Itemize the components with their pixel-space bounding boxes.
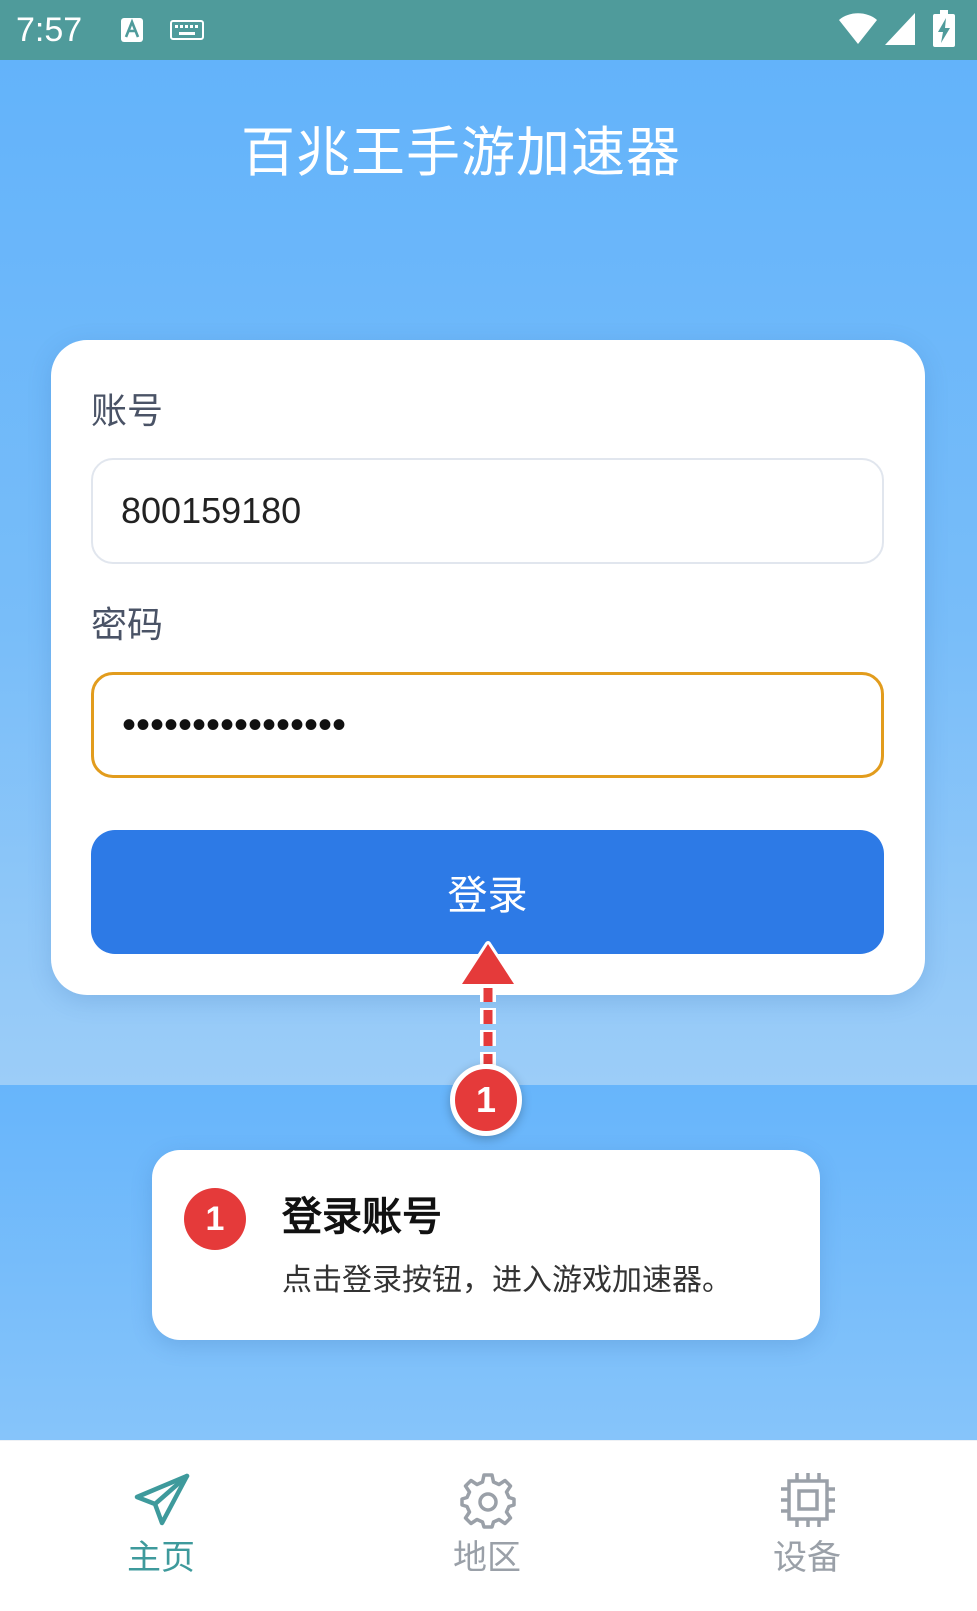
paper-plane-icon — [134, 1473, 190, 1526]
nav-item-home[interactable]: 主页 — [61, 1441, 261, 1611]
keyboard-icon — [170, 20, 204, 40]
nav-item-device[interactable]: 设备 — [707, 1441, 907, 1611]
app-title: 百兆王手游加速器 — [241, 121, 681, 184]
login-card: 账号 800159180 密码 •••••••••••••••• 登录 — [51, 340, 925, 995]
annotation-step-number: 1 — [475, 1079, 497, 1120]
status-time: 7:57 — [16, 11, 83, 49]
tip-card: 1 登录账号 点击登录按钮，进入游戏加速器。 — [152, 1150, 820, 1340]
annotation-arrow-icon — [459, 941, 517, 1066]
password-input-value: •••••••••••••••• — [122, 702, 347, 747]
account-input[interactable]: 800159180 — [91, 458, 884, 564]
account-label: 账号 — [91, 391, 164, 432]
nav-label-region: 地区 — [453, 1538, 521, 1578]
tip-description: 点击登录按钮，进入游戏加速器。 — [282, 1263, 732, 1298]
tip-step-badge: 1 — [184, 1188, 246, 1250]
password-label: 密码 — [91, 605, 164, 646]
wifi-icon — [839, 13, 877, 44]
bottom-nav: 主页 地区 设备 — [0, 1440, 977, 1610]
tip-title: 登录账号 — [282, 1194, 442, 1240]
signal-icon — [885, 13, 915, 45]
battery-charging-icon — [933, 10, 955, 47]
a-input-icon — [121, 18, 143, 42]
tip-step-number: 1 — [205, 1199, 225, 1238]
nav-item-region[interactable]: 地区 — [387, 1441, 587, 1611]
login-button-label: 登录 — [447, 873, 528, 919]
nav-label-device: 设备 — [773, 1538, 841, 1578]
password-input[interactable]: •••••••••••••••• — [91, 672, 884, 778]
gear-icon — [460, 1473, 516, 1529]
chip-icon — [781, 1473, 835, 1527]
status-bar: 7:57 — [0, 0, 977, 60]
nav-label-home: 主页 — [127, 1538, 195, 1578]
account-input-value: 800159180 — [121, 490, 302, 531]
annotation-step-marker: 1 — [450, 1064, 522, 1136]
